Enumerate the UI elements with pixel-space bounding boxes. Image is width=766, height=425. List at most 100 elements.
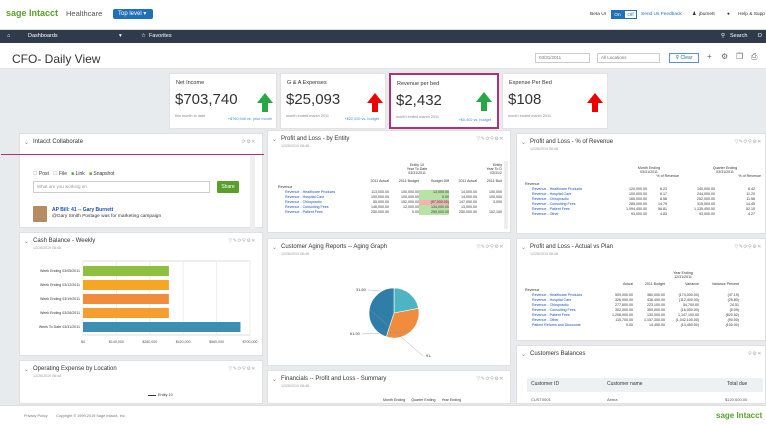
panel-tools-icon[interactable]: ⚲⚙✕ <box>748 351 762 357</box>
kpi-sub: month ended march 2011 <box>396 115 439 119</box>
kpi-value: $25,093 <box>286 91 341 108</box>
chevron-down-icon[interactable]: ⌄ <box>24 366 29 373</box>
panel-tools-icon[interactable]: ▽✎⟳⚲⚙✕ <box>476 376 504 382</box>
table-row: Patient Returns and Discounts 0.00 14,450.… <box>525 323 739 328</box>
panel-tools-icon[interactable]: ▽✎⟳⚲⚙✕ <box>228 366 256 372</box>
sage-logo[interactable]: sage Intacct <box>6 8 58 18</box>
chevron-down-icon[interactable]: ⌄ <box>272 244 277 251</box>
table-cell: 93,000.00 <box>699 212 715 216</box>
header-date: 03/31/2011 <box>408 171 426 175</box>
date-field[interactable]: 03/31/2011 <box>535 53 590 63</box>
nav-dashboards[interactable]: Dashboards <box>28 32 58 41</box>
entity-level-dropdown[interactable]: Top level ▾ <box>113 9 153 19</box>
header-date: 12/31/2011 <box>674 275 692 279</box>
panel-tools-icon[interactable]: ▽✎⟳⚲⚙✕ <box>476 244 504 250</box>
header-sub: % of Revenue <box>738 174 761 178</box>
row-label[interactable]: Revenue - Patient Fees <box>278 210 361 215</box>
chevron-down-icon[interactable]: ⌄ <box>24 238 29 245</box>
col-header: Month Ending <box>383 398 406 402</box>
home-icon[interactable]: ⌂ <box>7 32 10 41</box>
top-bar: sage Intacct Healthcare Top level ▾ Beta… <box>0 0 766 30</box>
chevron-down-icon[interactable]: ⌄ <box>521 139 526 146</box>
chevron-down-icon[interactable]: ⌄ <box>272 376 277 383</box>
table-body: Revenue Revenue - Healthcare Products 113,… <box>278 185 502 215</box>
tab-snapshot[interactable]: Snapshot <box>93 171 114 177</box>
kpi-expense-per-bed[interactable]: Expense Per Bed $108 month ended march 2… <box>502 73 608 129</box>
location-field[interactable]: All Locations <box>597 53 660 63</box>
table-cell: 4.83 <box>660 212 667 216</box>
bar[interactable] <box>83 294 169 304</box>
user-menu[interactable]: jbumett <box>699 12 715 17</box>
customer-name-cell[interactable]: Aetna <box>607 397 617 402</box>
kpi-revenue-per-bed[interactable]: Revenue per bed $2,432 month ended march… <box>389 73 499 129</box>
collab-input[interactable]: What are you working on <box>33 181 210 193</box>
header-date: 03/31/2 <box>490 171 502 175</box>
avatar <box>33 206 47 222</box>
nav-favorites[interactable]: Favorites <box>149 32 172 41</box>
tab-link[interactable]: Link <box>76 171 85 177</box>
bar[interactable] <box>83 308 169 318</box>
panel-title: Profit and Loss - Actual vs Plan <box>530 244 614 250</box>
post-author[interactable]: AP Bill: 41 -- Gary Burnett <box>52 207 113 213</box>
x-tick-label: $140,000 <box>109 340 124 344</box>
search-icon[interactable]: ⚲ <box>721 32 725 41</box>
feedback-link[interactable]: Send Us Feedback <box>641 12 682 17</box>
aging-pie-chart: 31-60 61-90 91- <box>350 287 432 358</box>
slice-label: 61-90 <box>350 332 360 336</box>
col-header: Budget Diff <box>431 179 449 183</box>
copy-icon[interactable]: ❐ <box>736 52 743 61</box>
privacy-link[interactable]: Privacy Policy <box>24 414 48 418</box>
table-cell: 93,000.00 <box>631 212 647 216</box>
add-icon[interactable]: + <box>707 52 712 61</box>
row-label[interactable]: Revenue - Other <box>525 212 615 217</box>
chevron-down-icon[interactable]: ⌄ <box>24 139 29 146</box>
bar[interactable] <box>83 280 169 290</box>
panel-tools-icon[interactable]: ▽✎⟳⚲⚙✕ <box>734 139 762 145</box>
kpi-ga-expenses[interactable]: G & A Expenses $25,093 month ended march… <box>280 73 386 129</box>
nav-search[interactable]: Search <box>730 32 747 41</box>
help-link[interactable]: Help & Supp <box>738 12 765 17</box>
beta-on-toggle[interactable]: On <box>611 10 624 19</box>
chevron-down-icon[interactable]: ⌄ <box>272 136 277 143</box>
nav-dashboards-right[interactable]: D <box>758 32 762 41</box>
bar[interactable] <box>83 266 169 276</box>
row-label[interactable]: Patient Returns and Discounts <box>525 323 605 328</box>
chevron-down-icon[interactable]: ⌄ <box>521 351 526 358</box>
panel-date: 12/26/2019 08:48 <box>530 252 558 256</box>
user-icon: ♟ <box>692 12 697 17</box>
gear-icon[interactable]: ⚙ <box>721 52 728 61</box>
slice-label: 31-60 <box>356 288 366 292</box>
chat-icon[interactable]: ● <box>727 12 730 17</box>
opex-panel: ⌄ Operating Expense by Location 12/26/20… <box>19 360 263 404</box>
share-button[interactable]: Share <box>217 181 239 193</box>
customers-panel: ⌄ Customers Balances ⚲⚙✕ Customer ID Cus… <box>516 345 766 404</box>
panel-tools-icon[interactable]: ▽✎⟳⚲⚙✕ <box>476 136 504 142</box>
customer-id-cell[interactable]: CUST0001 <box>531 397 551 402</box>
panel-tools-icon[interactable]: ▽✎⟳⚲⚙✕ <box>228 238 256 244</box>
scrollbar[interactable] <box>250 156 255 229</box>
pl-actual-panel: ⌄ Profit and Loss - Actual vs Plan 12/26… <box>516 238 766 341</box>
financials-cols: Month Ending Quarter Ending Year Ending <box>383 398 461 402</box>
total-due-cell: $120,000.00 <box>725 397 748 402</box>
scrollbar[interactable] <box>504 161 508 229</box>
year-header: Year Ending 12/31/2011 <box>653 271 713 279</box>
tab-file[interactable]: File <box>59 171 67 177</box>
chevron-down-icon[interactable]: ▾ <box>119 32 122 41</box>
kpi-value: $703,740 <box>175 91 238 108</box>
panel-date: 12/26/2019 08:48 <box>281 384 309 388</box>
bar[interactable] <box>83 322 241 332</box>
slice-label: 91- <box>426 354 432 358</box>
panel-tools-icon[interactable]: ▽✎⟳⚲⚙✕ <box>734 244 762 250</box>
tab-post[interactable]: Post <box>39 171 49 177</box>
arrow-up-icon <box>257 93 273 112</box>
star-icon: ☆ <box>141 33 146 39</box>
x-tick-label: $700,000 <box>243 340 258 344</box>
kpi-net-income[interactable]: Net Income $703,740 this month to date +… <box>169 73 277 129</box>
chevron-down-icon[interactable]: ⌄ <box>521 244 526 251</box>
clear-button[interactable]: ⊽ Clear <box>669 53 699 63</box>
table-row: Revenue - Patient Fees 250,000.00 0.00 250,… <box>278 210 502 215</box>
table-cell: 250,000.00 <box>419 210 449 215</box>
print-icon[interactable]: ⎙ <box>751 52 757 62</box>
beta-off-toggle[interactable]: Off <box>624 10 637 19</box>
panel-tools-icon[interactable]: ⟳⚙✕ <box>242 139 256 145</box>
